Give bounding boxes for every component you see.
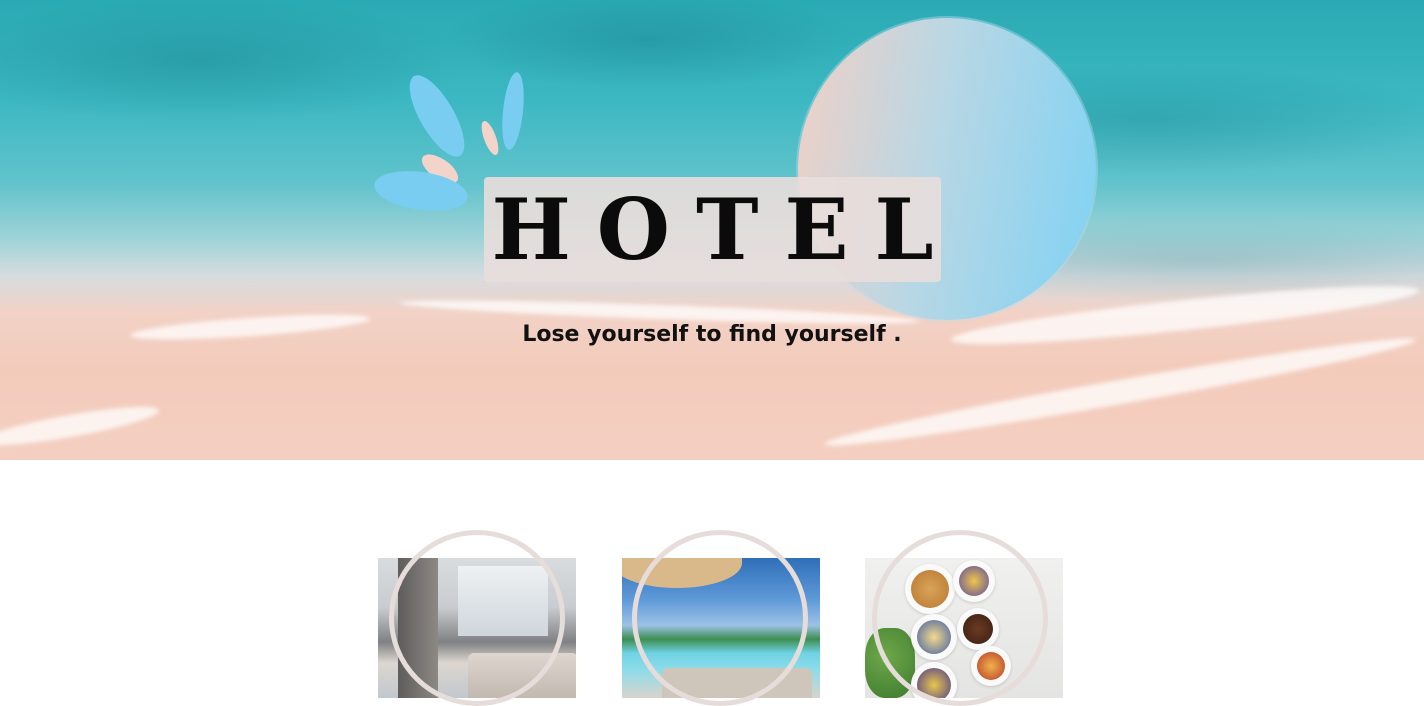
card-ring-decoration: [872, 530, 1048, 706]
hero-tagline: Lose yourself to find yourself .: [522, 322, 902, 347]
card-ring-decoration: [632, 530, 808, 706]
hero-banner: HOTEL Lose yourself to find yourself .: [0, 0, 1424, 460]
hotel-title: HOTEL: [491, 179, 960, 279]
card-ring-decoration: [389, 530, 565, 706]
feature-cards: [0, 530, 1424, 706]
title-box: HOTEL: [484, 177, 941, 282]
